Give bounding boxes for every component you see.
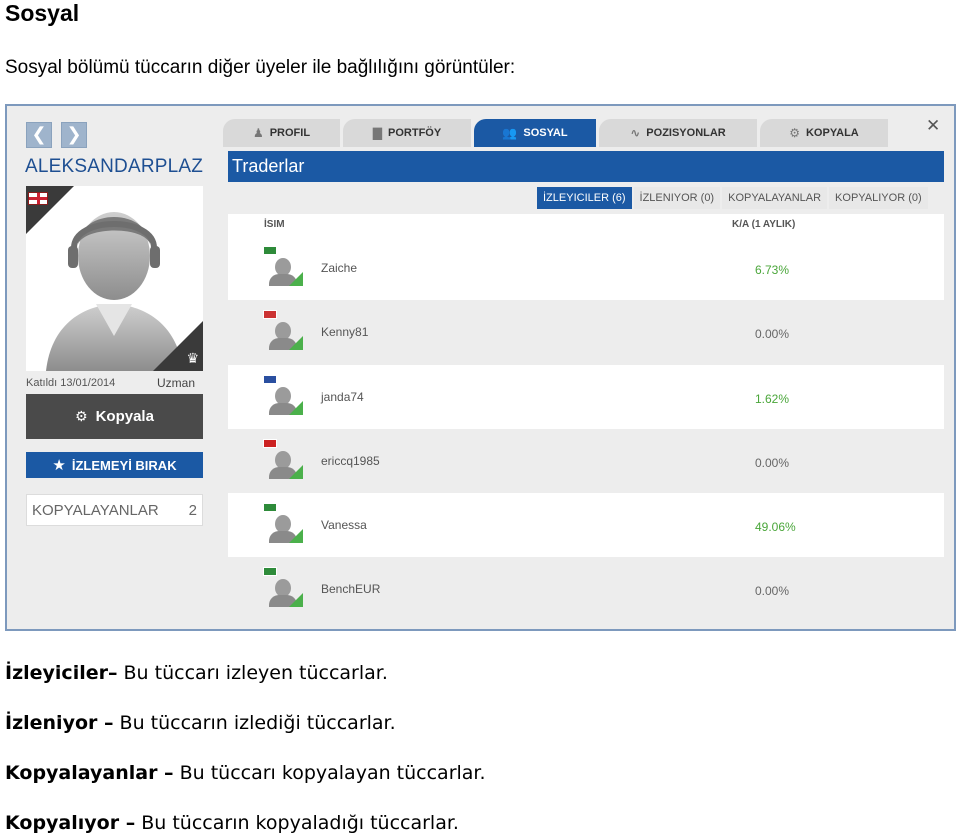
trader-name[interactable]: Kenny81 [321,325,368,339]
trader-avatar[interactable] [263,310,303,351]
country-flag-icon [263,310,277,320]
rank-crown-icon: ♛ [186,351,199,367]
avatar: ♛ [26,186,203,371]
page-title: Sosyal [5,0,80,26]
copiers-count-box: KOPYALAYANLAR 2 [26,494,203,526]
legend-term: İzleyiciler– [5,662,118,684]
subtab-copying[interactable]: KOPYALIYOR (0) [829,187,928,209]
unwatch-button[interactable]: ★ İZLEMEYİ BIRAK [26,452,203,478]
uk-flag-icon [28,192,48,205]
unwatch-button-label: İZLEMEYİ BIRAK [71,457,177,473]
close-icon[interactable]: ✕ [926,116,940,136]
copiers-count: 2 [188,501,197,519]
trader-profit: 49.06% [755,520,796,535]
tab-pozisyonlar[interactable]: ∿ POZISYONLAR [599,119,757,147]
column-profit: K/A (1 AYLIK) [732,219,796,230]
profile-tabs: ♟ PROFIL ▇ PORTFÖY 👥 SOSYAL ∿ POZISYONLA… [223,119,888,147]
trader-profit: 0.00% [755,455,790,470]
trader-name[interactable]: BenchEUR [321,582,380,596]
country-flag-icon [263,246,277,255]
trader-name[interactable]: Vanessa [321,518,367,532]
trader-avatar[interactable] [263,374,303,415]
country-flag-icon [263,567,277,577]
follow-badge-icon [289,336,303,351]
traders-list: Zaiche 6.73% Kenny81 0.00% janda74 1.62% ericc… [228,236,944,622]
legend-description: Bu tüccarın kopyaladığı tüccarlar. [135,812,459,834]
legend-line: Kopyalayanlar – Bu tüccarı kopyalayan tü… [5,762,486,784]
column-name: İSIM [264,219,285,230]
table-row[interactable]: janda74 1.62% [228,364,944,429]
tab-label: PORTFÖY [388,127,442,139]
tab-sosyal[interactable]: 👥 SOSYAL [474,119,596,147]
people-icon: 👥 [502,126,518,140]
tab-profil[interactable]: ♟ PROFIL [223,119,340,147]
legend-line: İzleyiciler– Bu tüccarı izleyen tüccarla… [5,662,388,684]
back-arrow-button[interactable]: ❮ [26,122,52,148]
bars-icon: ▇ [372,126,383,140]
trader-avatar[interactable] [263,438,303,479]
subtab-followers[interactable]: İZLEYICILER (6) [537,187,632,209]
follow-badge-icon [289,272,303,286]
trader-profit: 0.00% [755,584,790,599]
country-flag-icon [263,374,277,384]
forward-arrow-button[interactable]: ❯ [61,122,87,148]
follow-badge-icon [289,400,303,415]
country-flag-icon [263,503,277,513]
legend-description: Bu tüccarın izlediği tüccarlar. [113,712,396,734]
trader-avatar[interactable] [263,246,303,286]
table-row[interactable]: Kenny81 0.00% [228,300,944,365]
legend-line: İzleniyor – Bu tüccarın izlediği tüccarl… [5,712,396,734]
table-row[interactable]: Zaiche 6.73% [228,236,944,301]
trader-name[interactable]: ericcq1985 [321,454,380,468]
trader-name[interactable]: Zaiche [321,261,357,275]
tab-label: SOSYAL [523,127,568,139]
star-icon: ★ [52,456,66,474]
follow-badge-icon [289,464,303,479]
pawn-icon: ♟ [252,126,264,140]
trader-avatar[interactable] [263,503,303,544]
copy-button[interactable]: ⚙ Kopyala [26,394,203,439]
joined-date: Katıldı 13/01/2014 [26,377,116,389]
traders-header: Traderlar [228,151,944,182]
follow-badge-icon [289,593,303,608]
copy-icon: ⚙ [75,408,88,425]
tab-label: KOPYALA [805,127,859,139]
chart-icon: ∿ [630,126,641,140]
copy-button-label: Kopyala [95,408,154,425]
tab-label: PROFIL [269,127,311,139]
intro-text: Sosyal bölümü tüccarın diğer üyeler ile … [5,57,516,78]
tab-portfoy[interactable]: ▇ PORTFÖY [343,119,471,147]
traders-column-headers: İSIM K/A (1 AYLIK) [228,214,944,236]
legend-term: İzleniyor – [5,712,114,734]
legend-description: Bu tüccarı izleyen tüccarlar. [117,662,388,684]
traders-subtabs: İZLEYICILER (6) İZLENIYOR (0) KOPYALAYAN… [537,187,928,209]
table-row[interactable]: BenchEUR 0.00% [228,557,944,622]
copiers-label: KOPYALAYANLAR [32,501,159,519]
legend-line: Kopyalıyor – Bu tüccarın kopyaladığı tüc… [5,812,459,834]
table-row[interactable]: ericcq1985 0.00% [228,428,944,494]
legend-term: Kopyalıyor – [5,812,136,834]
trader-avatar[interactable] [263,567,303,608]
subtab-following[interactable]: İZLENIYOR (0) [633,187,721,209]
country-flag-icon [263,438,277,448]
trader-profit: 1.62% [755,391,790,406]
tab-kopyala[interactable]: ⚙ KOPYALA [760,119,888,147]
subtab-copiers[interactable]: KOPYALAYANLAR [722,187,828,209]
copy-icon: ⚙ [789,126,800,140]
trader-name[interactable]: janda74 [321,390,364,404]
legend-term: Kopyalayanlar – [5,762,174,784]
tab-label: POZISYONLAR [646,127,726,139]
trader-level: Uzman [157,376,196,390]
screenshot-frame: ❮ ❯ ALEKSANDARPLAZ ♛ Katıldı 13/01/2014 … [5,104,956,631]
trader-profit: 6.73% [755,263,790,277]
legend-description: Bu tüccarı kopyalayan tüccarlar. [173,762,486,784]
table-row[interactable]: Vanessa 49.06% [228,493,944,558]
username: ALEKSANDARPLAZ [25,156,204,177]
follow-badge-icon [289,529,303,544]
trader-profit: 0.00% [755,327,790,342]
